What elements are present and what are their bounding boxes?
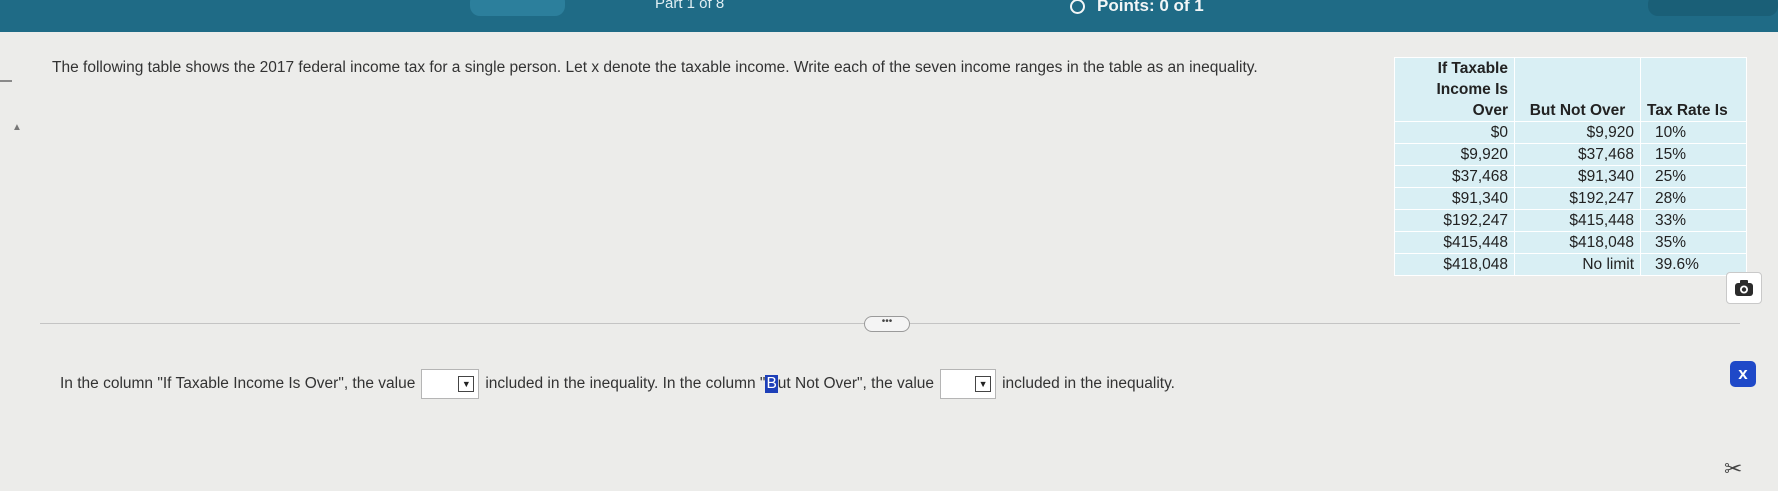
cell-over: $37,468 [1394, 165, 1515, 188]
top-bar: Part 1 of 8 Points: 0 of 1 [0, 0, 1778, 32]
cell-over: $91,340 [1394, 187, 1515, 210]
table-row: $37,468 $91,340 25% [1394, 165, 1747, 188]
cell-over: $415,448 [1394, 231, 1515, 254]
nav-button-right[interactable] [1648, 0, 1778, 16]
tax-rate-table: If Taxable Income Is Over But Not Over T… [1394, 57, 1747, 276]
cell-rate: 33% [1640, 209, 1747, 232]
cell-rate: 25% [1640, 165, 1747, 188]
table-row: $91,340 $192,247 28% [1394, 187, 1747, 210]
points-label: Points: 0 of 1 [1097, 0, 1204, 15]
included-dropdown-1[interactable]: ▼ [421, 369, 480, 399]
answer-text-part4: included in the inequality. [1002, 375, 1175, 392]
table-row: $415,448 $418,048 35% [1394, 231, 1747, 254]
left-divider-tick [0, 80, 12, 82]
scissors-icon[interactable]: ✂ [1724, 456, 1742, 482]
cell-rate: 35% [1640, 231, 1747, 254]
included-dropdown-2[interactable]: ▼ [940, 369, 997, 399]
cell-not-over: $418,048 [1514, 231, 1641, 254]
table-row: $192,247 $415,448 33% [1394, 209, 1747, 232]
answer-text-part1: In the column "If Taxable Income Is Over… [60, 375, 416, 392]
cell-not-over: $9,920 [1514, 121, 1641, 144]
collapse-arrow-icon[interactable]: ▲ [12, 122, 22, 133]
column-header-over: If Taxable Income Is Over [1394, 57, 1515, 122]
cell-rate: 15% [1640, 143, 1747, 166]
dropdown-caret-icon[interactable]: ▼ [975, 376, 992, 392]
cell-rate: 10% [1640, 121, 1747, 144]
question-text: The following table shows the 2017 feder… [52, 59, 1258, 76]
cell-not-over: $415,448 [1514, 209, 1641, 232]
cell-not-over: $37,468 [1514, 143, 1641, 166]
points-indicator: Points: 0 of 1 [1070, 0, 1204, 16]
cell-over: $418,048 [1394, 253, 1515, 276]
answer-sentence: In the column "If Taxable Income Is Over… [60, 369, 1175, 399]
cell-not-over: $91,340 [1514, 165, 1641, 188]
cell-over: $192,247 [1394, 209, 1515, 232]
answer-text-part2: included in the inequality. In the colum… [485, 375, 766, 392]
table-row: $418,048 No limit 39.6% [1394, 253, 1747, 276]
table-row: $0 $9,920 10% [1394, 121, 1747, 144]
cell-over: $0 [1394, 121, 1515, 144]
answer-text-part3: ut Not Over", the value [777, 375, 935, 392]
column-header-rate: Tax Rate Is [1640, 57, 1747, 122]
part-label: Part 1 of 8 [655, 0, 725, 12]
cell-not-over: $192,247 [1514, 187, 1641, 210]
column-header-not-over: But Not Over [1514, 57, 1641, 122]
more-options-button[interactable]: ••• [864, 316, 910, 332]
cell-over: $9,920 [1394, 143, 1515, 166]
cell-rate: 28% [1640, 187, 1747, 210]
text-cursor-highlight: B [765, 375, 778, 393]
cell-not-over: No limit [1514, 253, 1641, 276]
table-row: $9,920 $37,468 15% [1394, 143, 1747, 166]
nav-button-left[interactable] [470, 0, 565, 16]
dropdown-caret-icon[interactable]: ▼ [458, 376, 475, 392]
circle-icon [1070, 0, 1085, 14]
camera-icon[interactable] [1726, 272, 1762, 304]
close-icon[interactable]: x [1730, 361, 1756, 387]
